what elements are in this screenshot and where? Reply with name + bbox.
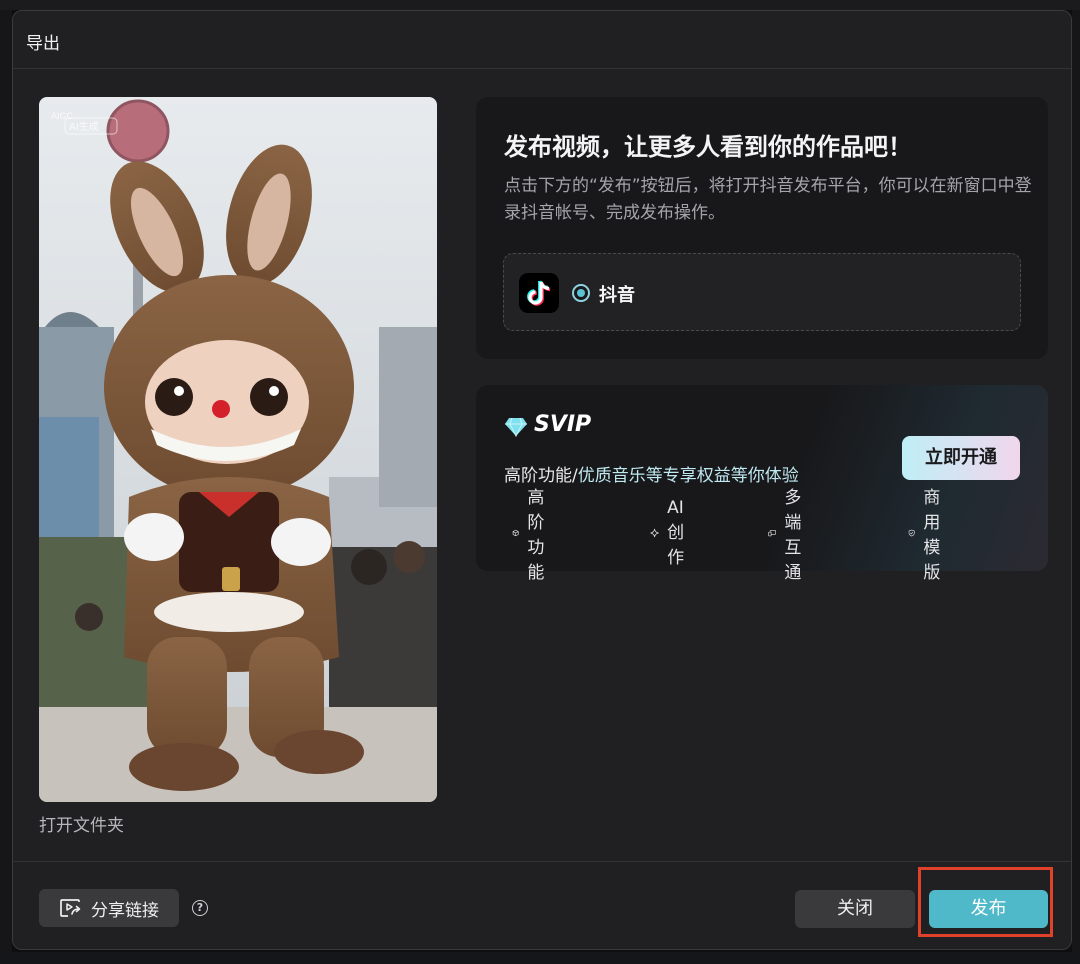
svip-desc-part2: 优质音乐等专享权益等你体验 <box>577 466 799 486</box>
publish-heading: 发布视频，让更多人看到你的作品吧！ <box>504 133 912 161</box>
video-preview[interactable]: AIGC AI生成 <box>39 97 437 802</box>
feature-label: 多端互通 <box>784 488 802 583</box>
share-link-button[interactable]: 分享链接 <box>39 889 179 927</box>
diamond-icon <box>505 417 527 437</box>
svip-card: SVIP 高阶功能/优质音乐等专享权益等你体验 立即开通 高阶功能 AI创作 多… <box>476 385 1048 583</box>
devices-icon <box>768 529 776 537</box>
douyin-logo-icon <box>519 273 559 313</box>
preview-image: AIGC AI生成 <box>39 97 437 802</box>
dialog-header: 导出 <box>13 11 1071 69</box>
watermark-aigc: AIGC <box>51 111 74 121</box>
watermark-ai-generated: AI生成 <box>69 120 99 133</box>
feature-label: AI创作 <box>667 498 685 568</box>
background-top-strip <box>0 0 1080 10</box>
background-right-strip <box>1072 10 1080 952</box>
dialog-title: 导出 <box>26 34 60 54</box>
footer-divider <box>13 861 1071 862</box>
background-bottom-strip <box>0 952 1080 964</box>
shield-check-icon <box>908 529 915 537</box>
cube-icon <box>512 529 519 537</box>
sparkle-icon <box>650 528 659 538</box>
activate-svip-button[interactable]: 立即开通 <box>902 436 1020 480</box>
publish-button[interactable]: 发布 <box>929 890 1048 928</box>
feature-advanced: 高阶功能 <box>512 488 555 583</box>
feature-ai-creation: AI创作 <box>650 498 693 568</box>
feature-multi-device: 多端互通 <box>768 488 813 583</box>
publish-card: 发布视频，让更多人看到你的作品吧！ 点击下方的“发布”按钮后，将打开抖音发布平台… <box>476 97 1048 359</box>
background-left-strip <box>0 10 12 952</box>
feature-commercial-templates: 商用模版 <box>908 488 951 583</box>
platform-label: 抖音 <box>599 285 635 306</box>
svip-title: SVIP <box>534 412 592 437</box>
publish-description: 点击下方的“发布”按钮后，将打开抖音发布平台，你可以在新窗口中登录抖音帐号、完成… <box>504 176 1032 223</box>
platform-option-douyin[interactable]: 抖音 <box>503 253 1021 331</box>
platform-radio-selected[interactable] <box>572 284 590 302</box>
export-dialog: 导出 AIGC AI生成 打开文件夹 发布视频，让更多人看到你的作品吧！ 点击下… <box>12 10 1072 950</box>
feature-label: 商用模版 <box>923 488 941 583</box>
feature-label: 高阶功能 <box>527 488 545 583</box>
open-folder-link[interactable]: 打开文件夹 <box>39 811 124 836</box>
help-icon[interactable]: ? <box>192 900 208 916</box>
share-link-icon <box>60 899 81 917</box>
close-button[interactable]: 关闭 <box>795 890 915 928</box>
share-link-label: 分享链接 <box>91 900 159 921</box>
